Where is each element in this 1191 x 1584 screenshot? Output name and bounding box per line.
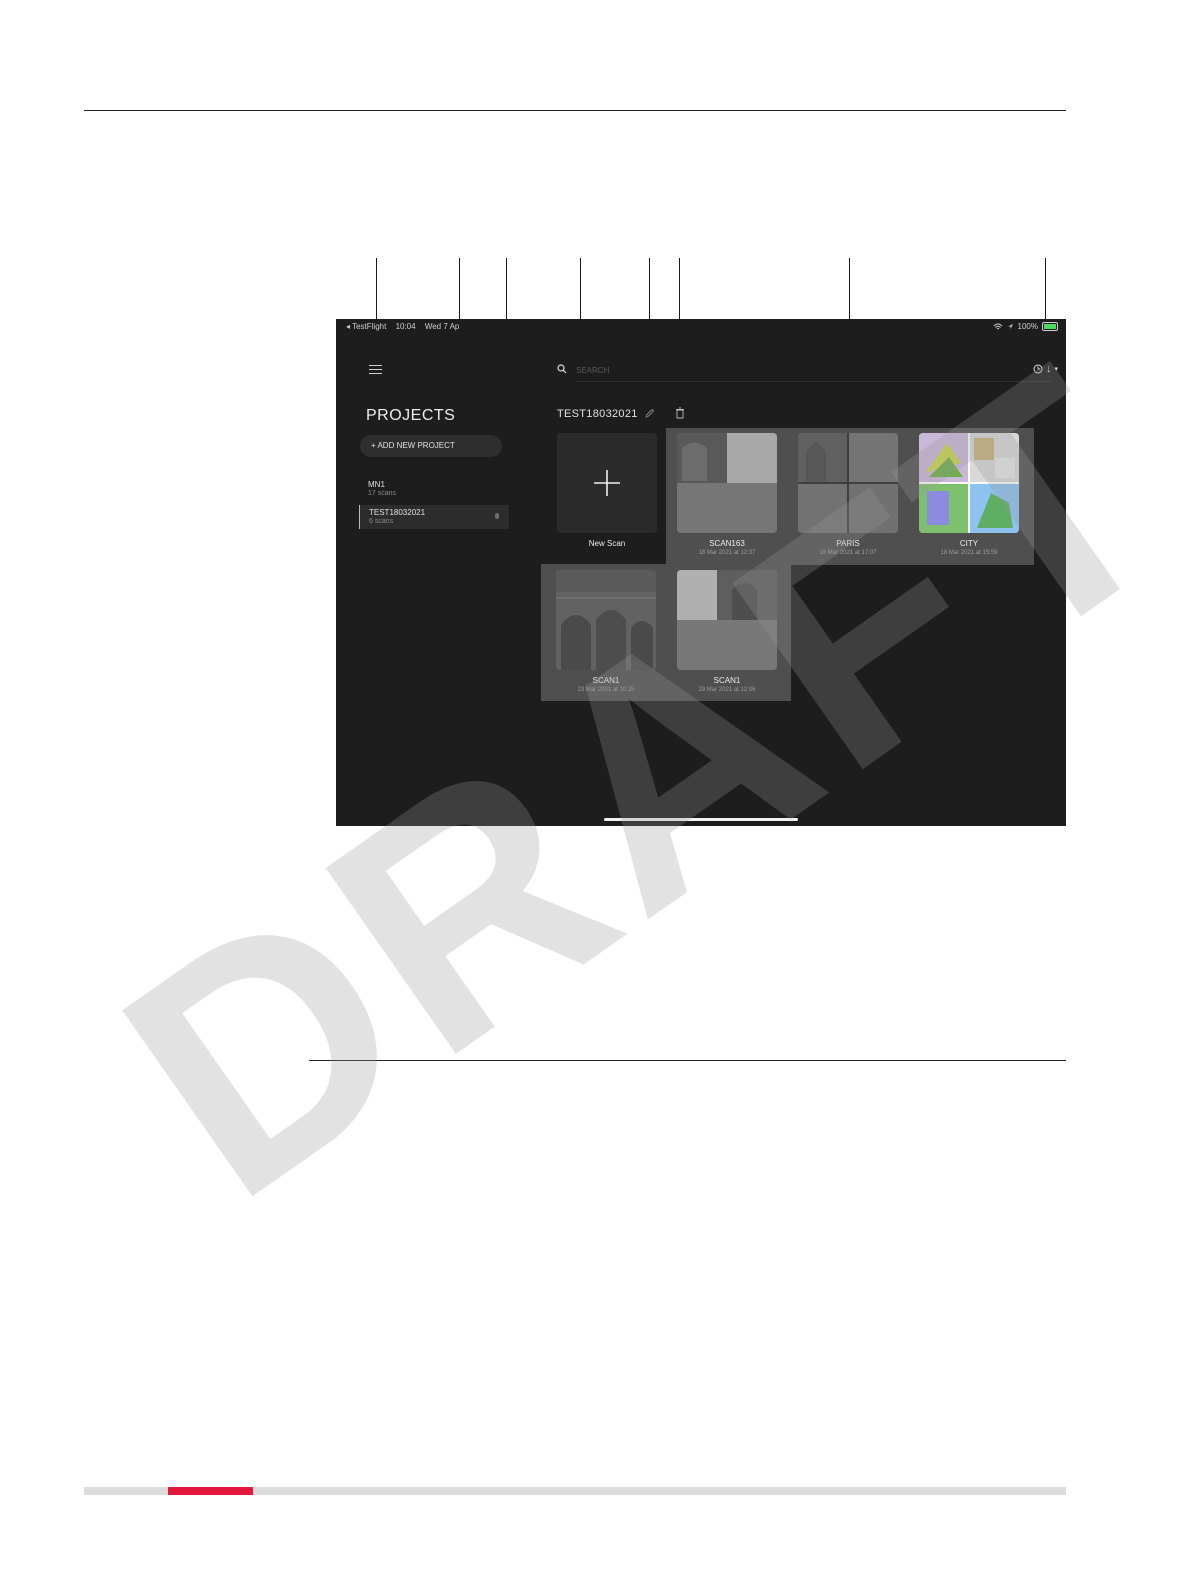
project-item-mn1[interactable]: MN1 17 scans (359, 477, 508, 501)
scan-preview-image (556, 570, 656, 670)
back-to-app-link[interactable]: ◂ TestFlight (346, 322, 386, 331)
home-indicator[interactable] (604, 818, 798, 821)
scan-date: 23 Mar 2021 at 10:25 (577, 687, 635, 693)
scan-thumbnail (677, 433, 777, 533)
search-input[interactable] (576, 363, 916, 377)
app-screenshot: ◂ TestFlight 10:04 Wed 7 Ap 100% PROJECT… (336, 319, 1066, 826)
location-icon (1007, 324, 1013, 329)
scan-name: PARIS (836, 539, 860, 548)
battery-percent: 100% (1017, 322, 1038, 331)
header-rule (84, 110, 1066, 111)
project-scan-count: 17 scans (368, 490, 397, 497)
sort-direction-arrow[interactable]: ↓ (1046, 363, 1052, 375)
status-time: 10:04 (395, 322, 416, 331)
search-underline (576, 381, 1051, 382)
projects-title: PROJECTS (366, 407, 456, 424)
scan-preview-image (798, 433, 898, 533)
hamburger-menu-icon[interactable] (369, 365, 382, 374)
scan-date: 18 Mar 2021 at 15:59 (940, 550, 998, 556)
status-bar: ◂ TestFlight 10:04 Wed 7 Ap (346, 322, 466, 331)
scan-name: SCAN1 (713, 676, 741, 685)
scan-thumbnail (556, 570, 656, 670)
sort-dropdown-caret[interactable]: ▾ (1054, 365, 1058, 373)
scan-thumbnail (677, 570, 777, 670)
project-scan-count: 6 scans (369, 518, 394, 525)
plus-icon (594, 470, 620, 496)
new-scan-thumbnail (557, 433, 657, 533)
microphone-icon[interactable] (494, 513, 500, 521)
clock-icon[interactable] (1033, 364, 1043, 374)
scan-name: SCAN1 (592, 676, 620, 685)
scan-date: 18 Mar 2021 at 17:07 (819, 550, 877, 556)
scan-preview-image (919, 433, 1019, 533)
status-date: Wed 7 Ap (424, 322, 460, 331)
scan-thumbnail (919, 433, 1019, 533)
status-indicators: 100% (993, 322, 1058, 331)
scan-preview-image (677, 570, 777, 670)
sort-controls: ↓ ▾ (1033, 363, 1058, 375)
battery-icon (1042, 322, 1058, 331)
wifi-icon (993, 323, 1002, 329)
new-scan-label: New Scan (588, 539, 626, 548)
scan-name: CITY (959, 539, 979, 548)
scan-preview-image (677, 433, 777, 533)
project-item-test18032021[interactable]: TEST18032021 6 scans (359, 505, 509, 529)
search-icon (557, 364, 567, 374)
add-new-project-button[interactable]: + ADD NEW PROJECT (360, 435, 502, 457)
scan-date: 29 Mar 2021 at 12:06 (698, 687, 756, 693)
scan-date: 18 Mar 2021 at 12:37 (698, 550, 756, 556)
scan-thumbnail (798, 433, 898, 533)
scan-name: SCAN163 (709, 539, 745, 548)
project-name: TEST18032021 (369, 508, 426, 517)
footer-accent (168, 1487, 253, 1495)
edit-pencil-icon[interactable] (644, 408, 655, 419)
project-name: MN1 (368, 480, 385, 489)
project-title: TEST18032021 (557, 408, 638, 420)
section-rule (309, 1060, 1066, 1061)
trash-icon[interactable] (675, 407, 685, 419)
